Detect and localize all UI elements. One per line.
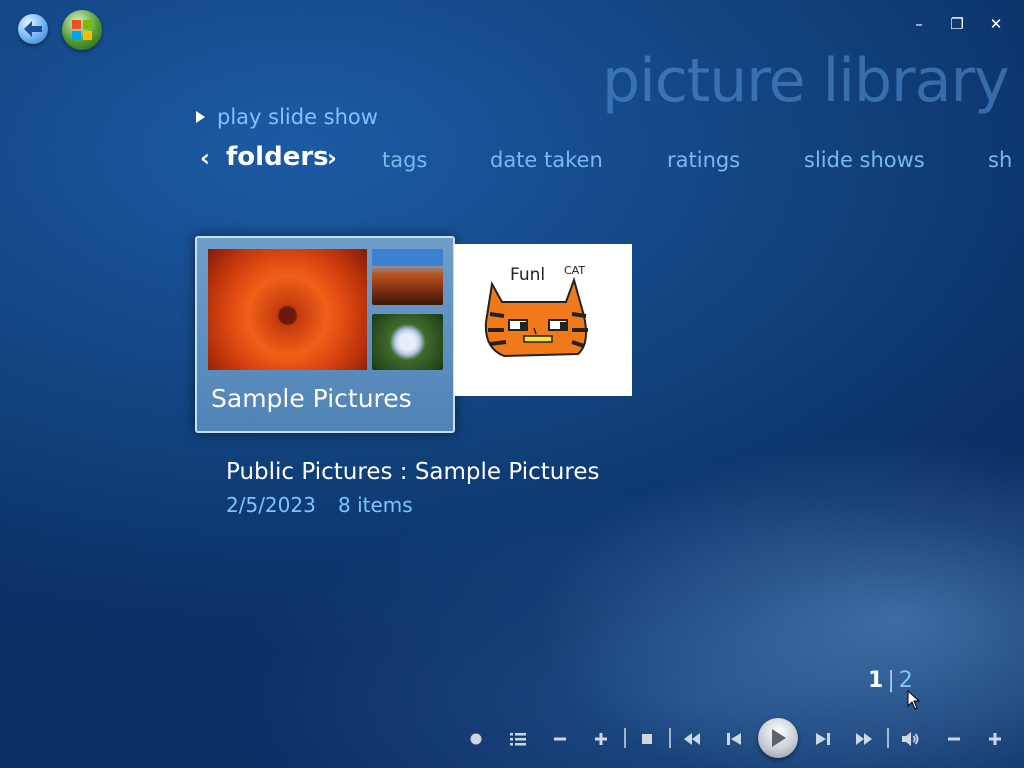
skip-forward-icon[interactable] (812, 728, 834, 750)
folder-item-count: 8 items (338, 493, 413, 517)
mouse-cursor-icon (907, 690, 921, 710)
transport-separator (887, 728, 889, 748)
page-current: 1 (868, 668, 884, 693)
cat-drawing-image: Funl CAT (484, 264, 588, 358)
transport-separator (624, 728, 626, 748)
cat-drawing-cat-text: CAT (564, 264, 585, 277)
minimize-button[interactable]: – (908, 14, 930, 34)
record-icon[interactable] (465, 728, 487, 750)
tab-shared[interactable]: sh (988, 148, 1012, 172)
windows-start-button[interactable] (62, 10, 102, 50)
close-button[interactable]: ✕ (985, 14, 1007, 34)
hydrangea-thumbnail (372, 314, 443, 370)
tab-tags[interactable]: tags (382, 148, 427, 172)
volume-minus-icon[interactable] (943, 728, 965, 750)
tab-date-taken[interactable]: date taken (490, 148, 603, 172)
tab-slide-shows[interactable]: slide shows (804, 148, 925, 172)
volume-plus-icon[interactable] (984, 728, 1006, 750)
play-slide-show-label: play slide show (217, 105, 378, 129)
guide-list-icon[interactable] (507, 728, 529, 750)
channel-minus-icon[interactable] (549, 728, 571, 750)
play-slide-show-link[interactable]: play slide show (196, 105, 378, 129)
restore-button[interactable]: ❐ (946, 14, 968, 34)
fast-forward-icon[interactable] (853, 728, 875, 750)
play-triangle-icon (196, 111, 205, 123)
folder-date-text: 2/5/2023 (226, 493, 316, 517)
tab-folders[interactable]: folders (226, 142, 329, 172)
desert-thumbnail (372, 249, 443, 305)
page-title: picture library (602, 46, 1010, 116)
flower-thumbnail (208, 249, 367, 370)
page-separator: | (887, 668, 895, 693)
tab-next-chevron-icon[interactable]: › (327, 144, 337, 172)
tab-prev-chevron-icon[interactable]: ‹ (200, 144, 210, 172)
play-icon (772, 729, 786, 747)
transport-separator (669, 728, 671, 748)
back-button[interactable] (18, 14, 48, 44)
image-tile-cat-drawing[interactable]: Funl CAT (454, 244, 632, 396)
mute-icon[interactable] (899, 728, 921, 750)
folder-path-text: Public Pictures : Sample Pictures (226, 459, 600, 485)
back-arrow-icon (24, 21, 42, 37)
channel-plus-icon[interactable] (590, 728, 612, 750)
tab-ratings[interactable]: ratings (667, 148, 740, 172)
rewind-icon[interactable] (681, 728, 703, 750)
folder-tile-sample-pictures[interactable]: Sample Pictures (195, 236, 455, 433)
folder-tile-label: Sample Pictures (211, 384, 412, 413)
stop-icon[interactable] (636, 728, 658, 750)
play-button[interactable] (758, 718, 798, 758)
cat-drawing-fun-text: Funl (510, 265, 545, 285)
windows-logo-icon (72, 20, 92, 40)
skip-back-icon[interactable] (723, 728, 745, 750)
view-tabs: ‹ folders › tags date taken ratings slid… (200, 140, 1024, 180)
